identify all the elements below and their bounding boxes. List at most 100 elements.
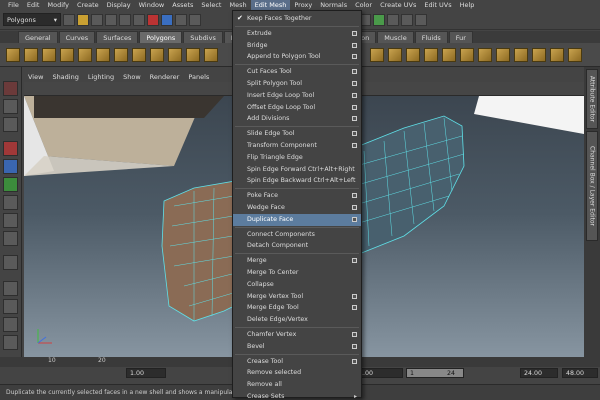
menu-help[interactable]: Help (456, 0, 479, 10)
poly-sphere-icon[interactable] (6, 48, 20, 62)
option-box-icon[interactable] (352, 30, 357, 36)
show-manip-icon[interactable] (3, 231, 18, 246)
paint-select-tool-icon[interactable] (3, 117, 18, 132)
menu-display[interactable]: Display (103, 0, 135, 10)
channel-box-tab[interactable]: Channel Box / Layer Editor (586, 131, 598, 241)
poly-cube-icon[interactable] (24, 48, 38, 62)
menu-item-detach-component[interactable]: Detach Component (233, 240, 361, 252)
menu-edit[interactable]: Edit (23, 0, 44, 10)
option-box-icon[interactable] (352, 131, 357, 137)
rotate-tool-icon[interactable] (3, 159, 18, 174)
shelf-tab-subdivs[interactable]: Subdivs (183, 31, 223, 43)
shelf-tab-fur[interactable]: Fur (448, 31, 473, 43)
select-tool-icon[interactable] (3, 81, 18, 96)
menu-item-offset-edge-loop-tool[interactable]: Offset Edge Loop Tool (233, 102, 361, 114)
menu-item-add-divisions[interactable]: Add Divisions (233, 113, 361, 125)
menu-item-cut-faces-tool[interactable]: Cut Faces Tool (233, 66, 361, 78)
menu-item-spin-edge-backward-ctrl-alt-left[interactable]: Spin Edge Backward Ctrl+Alt+Left (233, 175, 361, 187)
option-box-icon[interactable] (352, 293, 357, 299)
range-end-field[interactable]: 24.00 (520, 368, 558, 378)
combine-icon[interactable] (204, 48, 218, 62)
panel-menu-panels[interactable]: Panels (188, 73, 209, 81)
panel-menu-show[interactable]: Show (123, 73, 141, 81)
option-box-icon[interactable] (352, 69, 357, 75)
single-pane-layout-icon[interactable] (3, 281, 18, 296)
menu-item-bridge[interactable]: Bridge (233, 40, 361, 52)
channel-box-toggle-icon[interactable] (415, 13, 427, 26)
menu-item-merge-vertex-tool[interactable]: Merge Vertex Tool (233, 291, 361, 303)
poly-cone-icon[interactable] (60, 48, 74, 62)
select-component-icon[interactable] (133, 13, 145, 26)
shelf-tab-general[interactable]: General (18, 31, 58, 43)
last-tool-icon[interactable] (3, 255, 18, 270)
four-pane-layout-icon[interactable] (3, 299, 18, 314)
menu-item-remove-all[interactable]: Remove all (233, 379, 361, 391)
menu-item-crease-sets[interactable]: Crease Sets ▸ (233, 391, 361, 400)
menu-item-poke-face[interactable]: Poke Face (233, 190, 361, 202)
option-box-icon[interactable] (352, 142, 357, 148)
append-icon[interactable] (406, 48, 420, 62)
snap-grid-icon[interactable] (147, 13, 159, 26)
persp-outliner-layout-icon[interactable] (3, 317, 18, 332)
extrude-icon[interactable] (370, 48, 384, 62)
poly-cylinder-icon[interactable] (42, 48, 56, 62)
input-line-icon[interactable] (401, 13, 413, 26)
menu-item-append-to-polygon-tool[interactable]: Append to Polygon Tool (233, 51, 361, 63)
option-box-icon[interactable] (352, 204, 357, 210)
soft-mod-icon[interactable] (3, 213, 18, 228)
mirror-icon[interactable] (496, 48, 510, 62)
menu-item-keep-faces-together[interactable]: ✔ Keep Faces Together (233, 13, 361, 25)
menu-color[interactable]: Color (351, 0, 376, 10)
menu-assets[interactable]: Assets (168, 0, 197, 10)
menu-item-crease-tool[interactable]: Crease Tool (233, 356, 361, 368)
option-box-icon[interactable] (352, 305, 357, 311)
menu-item-delete-edge-vertex[interactable]: Delete Edge/Vertex (233, 314, 361, 326)
shelf-tab-fluids[interactable]: Fluids (414, 31, 448, 43)
render-settings-icon[interactable] (373, 13, 385, 26)
menu-item-chamfer-vertex[interactable]: Chamfer Vertex (233, 329, 361, 341)
shelf-tab-muscle[interactable]: Muscle (377, 31, 414, 43)
menu-edit-mesh[interactable]: Edit Mesh (250, 0, 291, 10)
menu-item-bevel[interactable]: Bevel (233, 341, 361, 353)
menu-item-flip-triangle-edge[interactable]: Flip Triangle Edge (233, 152, 361, 164)
select-hierarchy-icon[interactable] (105, 13, 117, 26)
shelf-tab-curves[interactable]: Curves (58, 31, 96, 43)
panel-menu-shading[interactable]: Shading (52, 73, 78, 81)
panel-menu-view[interactable]: View (28, 73, 43, 81)
panel-menu-renderer[interactable]: Renderer (150, 73, 180, 81)
harden-edge-icon[interactable] (550, 48, 564, 62)
hypershade-icon[interactable] (387, 13, 399, 26)
history-icon[interactable] (189, 13, 201, 26)
current-time-field[interactable]: 1.00 (126, 368, 166, 378)
poly-plane-icon[interactable] (78, 48, 92, 62)
range-start-field[interactable]: 1.00 (355, 368, 403, 378)
menu-select[interactable]: Select (197, 0, 225, 10)
snap-curve-icon[interactable] (161, 13, 173, 26)
split-icon[interactable] (424, 48, 438, 62)
poly-pyramid-icon[interactable] (132, 48, 146, 62)
option-box-icon[interactable] (352, 216, 357, 222)
menu-item-split-polygon-tool[interactable]: Split Polygon Tool (233, 78, 361, 90)
shelf-tab-surfaces[interactable]: Surfaces (96, 31, 139, 43)
sculpt-icon[interactable] (514, 48, 528, 62)
smooth-icon[interactable] (478, 48, 492, 62)
new-scene-icon[interactable] (63, 13, 75, 26)
menu-edit-uvs[interactable]: Edit UVs (420, 0, 455, 10)
scale-tool-icon[interactable] (3, 177, 18, 192)
open-scene-icon[interactable] (77, 13, 89, 26)
option-box-icon[interactable] (352, 358, 357, 364)
menu-item-collapse[interactable]: Collapse (233, 279, 361, 291)
bridge-icon[interactable] (388, 48, 402, 62)
menu-item-duplicate-face[interactable]: Duplicate Face (233, 213, 361, 226)
option-box-icon[interactable] (352, 116, 357, 122)
menu-modify[interactable]: Modify (43, 0, 73, 10)
menu-create-uvs[interactable]: Create UVs (376, 0, 420, 10)
option-box-icon[interactable] (352, 258, 357, 264)
menu-item-spin-edge-forward-ctrl-alt-right[interactable]: Spin Edge Forward Ctrl+Alt+Right (233, 164, 361, 176)
menu-item-wedge-face[interactable]: Wedge Face (233, 202, 361, 214)
menu-item-merge-edge-tool[interactable]: Merge Edge Tool (233, 302, 361, 314)
menu-item-transform-component[interactable]: Transform Component (233, 140, 361, 152)
poly-soccer-icon[interactable] (186, 48, 200, 62)
option-box-icon[interactable] (352, 54, 357, 60)
attribute-editor-tab[interactable]: Attribute Editor (586, 69, 598, 129)
